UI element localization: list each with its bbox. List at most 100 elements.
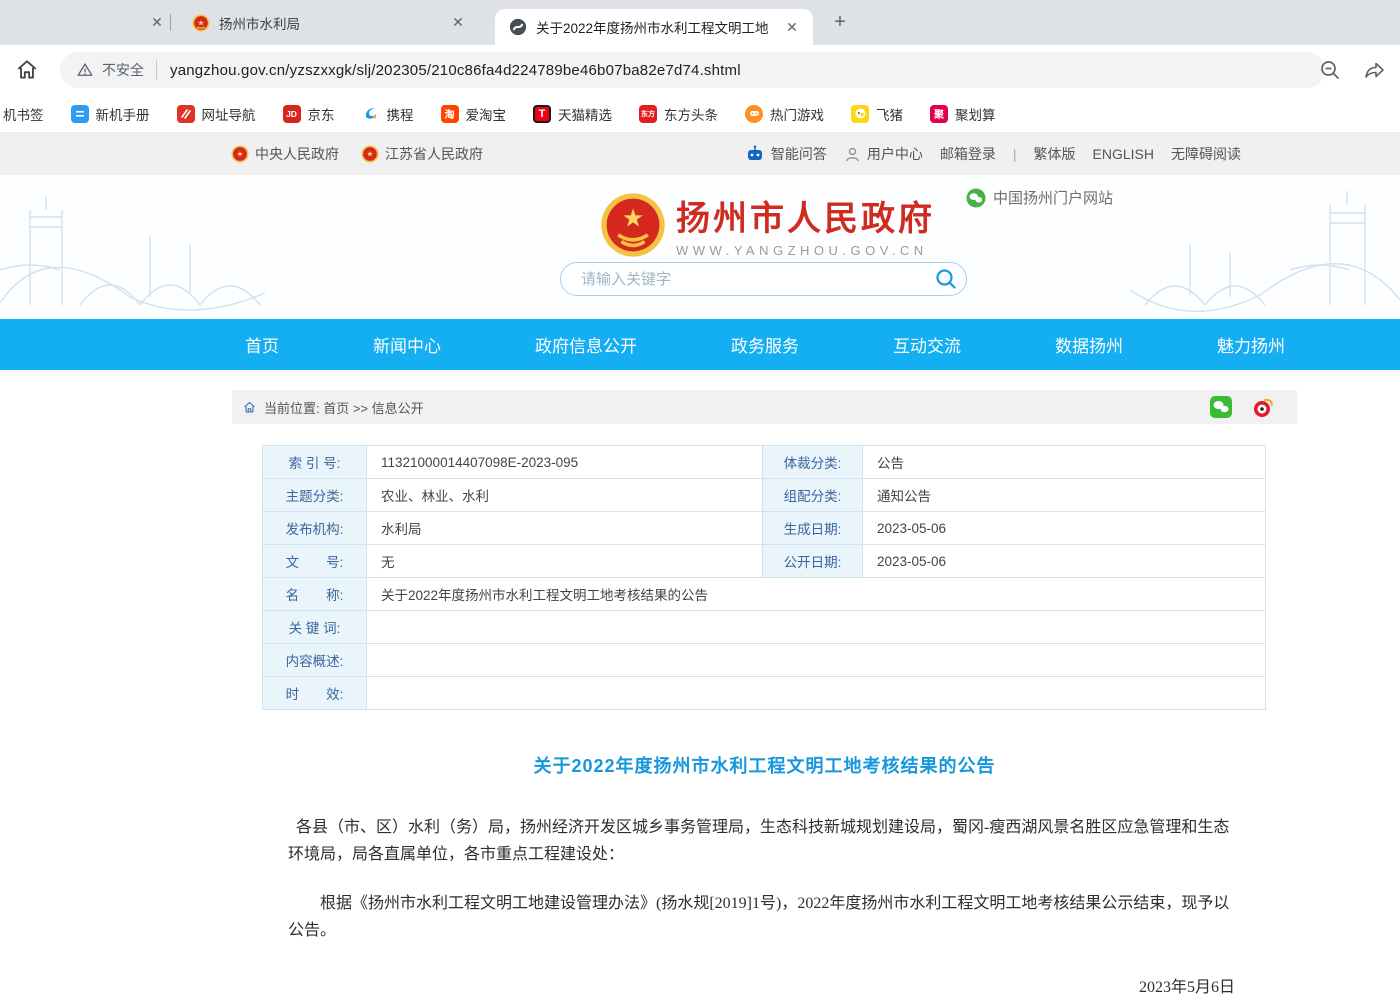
bookmark-nav-site[interactable]: 网址导航 <box>177 104 256 124</box>
user-center-link[interactable]: 用户中心 <box>844 144 923 164</box>
nav-item-data[interactable]: 数据扬州 <box>1055 332 1123 357</box>
table-row: 发布机构: 水利局 生成日期: 2023-05-06 <box>263 512 1266 545</box>
home-icon[interactable] <box>242 400 257 415</box>
meta-value: 2023-05-06 <box>863 512 1266 545</box>
zoom-out-icon[interactable] <box>1318 58 1342 82</box>
tab-announcement-active[interactable]: 关于2022年度扬州市水利工程文明工地考核结果的公告 ✕ <box>495 9 813 45</box>
nav-item-services[interactable]: 政务服务 <box>731 332 799 357</box>
close-icon[interactable]: ✕ <box>783 18 801 36</box>
nav-item-charm[interactable]: 魅力扬州 <box>1217 332 1285 357</box>
meta-value <box>367 677 1266 710</box>
bookmark-jd[interactable]: JD 京东 <box>283 104 335 124</box>
ctrip-dolphin-icon <box>362 105 380 123</box>
tmall-icon: T <box>533 105 551 123</box>
link-central-gov[interactable]: ★ 中央人民政府 <box>231 144 339 164</box>
meta-label: 生成日期: <box>763 512 863 545</box>
tab-title: 扬州市水利局 <box>219 13 439 33</box>
home-icon[interactable] <box>14 57 40 83</box>
bookmark-tmall[interactable]: T 天猫精选 <box>533 104 612 124</box>
site-url-text: WWW.YANGZHOU.GOV.CN <box>676 243 935 258</box>
bookmark-label: 飞猪 <box>876 104 903 124</box>
article-paragraph: 各县（市、区）水利（务）局，扬州经济开发区城乡事务管理局，生态科技新城规划建设局… <box>288 814 1235 868</box>
accessibility-link[interactable]: 无障碍阅读 <box>1171 144 1241 164</box>
link-label: 中央人民政府 <box>255 144 339 164</box>
bookmark-juhuasuan[interactable]: 聚 聚划算 <box>930 104 996 124</box>
bookmark-label: 网址导航 <box>202 104 256 124</box>
bookmark-label: 爱淘宝 <box>466 104 507 124</box>
tab-yangzhou-water-bureau[interactable]: ★ 扬州市水利局 ✕ <box>178 0 488 45</box>
site-favicon-icon <box>509 18 527 36</box>
bookmark-ctrip[interactable]: 携程 <box>362 104 414 124</box>
bookmark-fliggy[interactable]: 飞猪 <box>851 104 903 124</box>
link-jiangsu-gov[interactable]: ★ 江苏省人民政府 <box>361 144 483 164</box>
manual-icon <box>71 105 89 123</box>
article-paragraph: 根据《扬州市水利工程文明工地建设管理办法》(扬水规[2019]1号)，2022年… <box>288 890 1235 944</box>
table-row: 主题分类: 农业、林业、水利 组配分类: 通知公告 <box>263 479 1266 512</box>
svg-text:★: ★ <box>366 149 373 158</box>
bookmark-label: 新机手册 <box>96 104 150 124</box>
nav-item-home[interactable]: 首页 <box>245 332 279 357</box>
fliggy-pig-icon <box>851 105 869 123</box>
english-link[interactable]: ENGLISH <box>1093 146 1154 162</box>
close-icon[interactable]: ✕ <box>148 13 166 31</box>
search-button[interactable] <box>926 263 966 295</box>
nav-item-info-disclosure[interactable]: 政府信息公开 <box>535 332 637 357</box>
bookmark-aitaobao[interactable]: 淘 爱淘宝 <box>441 104 507 124</box>
bookmark-dongfang[interactable]: 东方 东方头条 <box>639 104 718 124</box>
site-logo-group[interactable]: ★ 扬州市人民政府 WWW.YANGZHOU.GOV.CN <box>600 191 935 258</box>
bookmark-label: 东方头条 <box>664 104 718 124</box>
search-input[interactable] <box>561 271 926 288</box>
bookmark-games[interactable]: 热门游戏 <box>745 104 824 124</box>
browser-address-bar: 不安全 yangzhou.gov.cn/yzszxxgk/slj/202305/… <box>0 45 1400 95</box>
juhuasuan-icon: 聚 <box>930 105 948 123</box>
meta-label: 文 号: <box>263 545 367 578</box>
meta-label: 关 键 词: <box>263 611 367 644</box>
national-emblem-icon: ★ <box>600 192 666 258</box>
main-nav: 首页 新闻中心 政府信息公开 政务服务 互动交流 数据扬州 魅力扬州 <box>0 319 1400 370</box>
meta-label: 内容概述: <box>263 644 367 677</box>
bookmark-manual[interactable]: 新机手册 <box>71 104 150 124</box>
share-icon[interactable] <box>1362 58 1386 82</box>
url-omnibox[interactable]: 不安全 yangzhou.gov.cn/yzszxxgk/slj/202305/… <box>60 52 1325 88</box>
link-label: 用户中心 <box>867 144 923 164</box>
new-tab-button[interactable]: + <box>826 9 854 37</box>
bookmarks-bar: 机书签 新机手册 网址导航 JD 京东 携程 淘 爱淘宝 T 天猫精选 东方 东… <box>0 95 1400 133</box>
meta-value: 无 <box>367 545 763 578</box>
bookmark-label: 聚划算 <box>955 104 996 124</box>
wechat-share-icon[interactable] <box>1209 395 1233 419</box>
nav-item-interaction[interactable]: 互动交流 <box>893 332 961 357</box>
bookmark-label: 机书签 <box>3 104 44 124</box>
table-row: 内容概述: <box>263 644 1266 677</box>
security-label: 不安全 <box>102 60 144 80</box>
svg-text:★: ★ <box>197 18 204 27</box>
meta-label: 公开日期: <box>763 545 863 578</box>
national-emblem-icon: ★ <box>192 14 210 32</box>
user-icon <box>844 146 861 163</box>
wechat-icon <box>966 188 986 208</box>
nav-item-news[interactable]: 新闻中心 <box>373 332 441 357</box>
meta-label: 索 引 号: <box>263 446 367 479</box>
mail-login-link[interactable]: 邮箱登录 <box>940 144 996 164</box>
weibo-share-icon[interactable] <box>1251 395 1275 419</box>
game-icon <box>745 105 763 123</box>
meta-label: 主题分类: <box>263 479 367 512</box>
omnibox-divider <box>156 60 157 80</box>
breadcrumb: 当前位置: 首页 >> 信息公开 <box>232 390 1297 424</box>
taobao-icon: 淘 <box>441 105 459 123</box>
page-url: yangzhou.gov.cn/yzszxxgk/slj/202305/210c… <box>170 62 741 79</box>
traditional-link[interactable]: 繁体版 <box>1034 144 1076 164</box>
tab-title: 关于2022年度扬州市水利工程文明工地考核结果的公告 <box>536 17 768 37</box>
close-icon[interactable]: ✕ <box>449 13 467 31</box>
robot-icon <box>745 144 765 164</box>
article-date: 2023年5月6日 <box>288 974 1235 997</box>
bridge-art-right <box>1130 175 1400 319</box>
portal-label: 中国扬州门户网站 <box>993 187 1113 208</box>
site-title: 扬州市人民政府 <box>676 191 935 240</box>
meta-label: 组配分类: <box>763 479 863 512</box>
breadcrumb-text[interactable]: 当前位置: 首页 >> 信息公开 <box>264 398 424 417</box>
smart-qa-link[interactable]: 智能问答 <box>745 144 827 164</box>
table-row: 关 键 词: <box>263 611 1266 644</box>
bookmark-phone-bookmarks[interactable]: 机书签 <box>3 104 44 124</box>
portal-link[interactable]: 中国扬州门户网站 <box>966 187 1113 208</box>
nav-site-icon <box>177 105 195 123</box>
